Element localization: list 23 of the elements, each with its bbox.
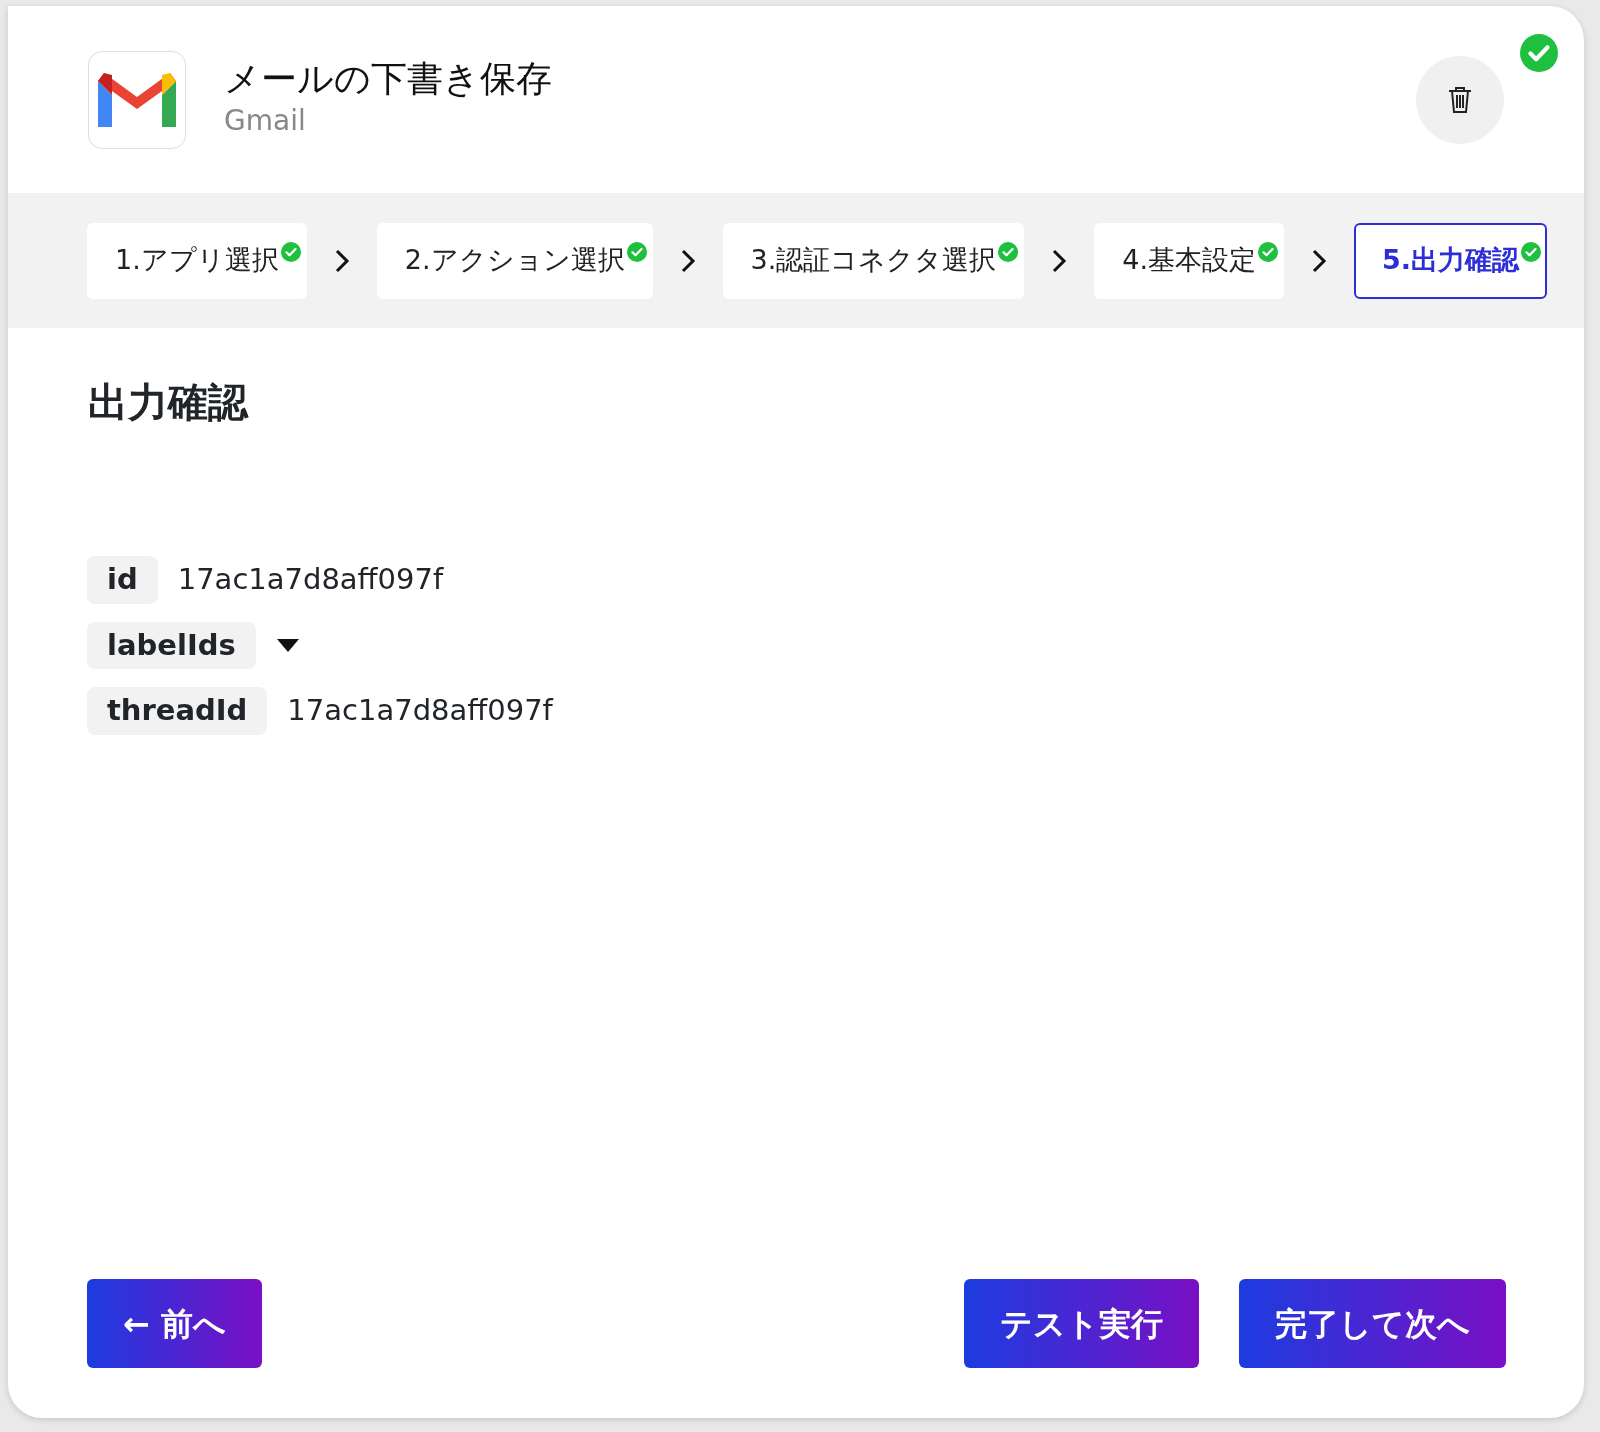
section-title: 出力確認: [87, 378, 250, 426]
action-button[interactable]: テスト実行: [964, 1279, 1199, 1368]
chevron-right-icon: [333, 247, 350, 274]
step-tab[interactable]: 5.出力確認: [1354, 222, 1548, 299]
step-tab[interactable]: 1.アプリ選択: [87, 222, 307, 299]
field-value: 17ac1a7d8aff097f: [287, 692, 553, 729]
step-tab[interactable]: 4.基本設定: [1094, 222, 1285, 299]
action-button[interactable]: 完了して次へ: [1239, 1279, 1506, 1368]
step-tab[interactable]: 3.認証コネクタ選択: [722, 222, 1025, 299]
caret-down-icon[interactable]: [275, 637, 300, 654]
trash-icon: [1447, 84, 1473, 115]
gmail-logo-icon: [88, 50, 186, 149]
field-key: threadId: [87, 687, 268, 735]
back-button[interactable]: ← 前へ: [87, 1279, 262, 1368]
app-subtitle: Gmail: [224, 103, 307, 140]
field-key: id: [87, 556, 158, 604]
chevron-right-icon: [679, 247, 696, 274]
chevron-right-icon: [1051, 247, 1068, 274]
app-title: メールの下書き保存: [224, 56, 553, 101]
field-key: labelIds: [87, 621, 256, 669]
field-value: 17ac1a7d8aff097f: [177, 561, 444, 598]
chevron-right-icon: [1311, 247, 1328, 274]
step-tab[interactable]: 2.アクション選択: [376, 222, 653, 299]
